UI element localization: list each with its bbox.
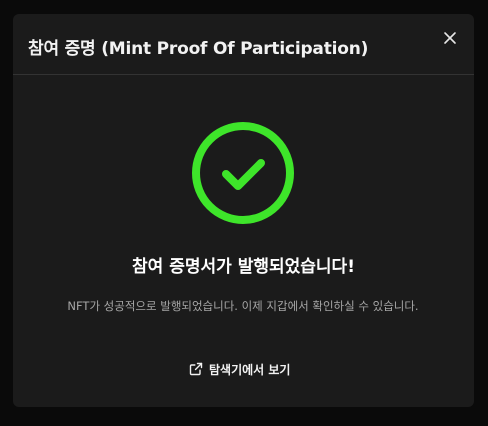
success-headline: 참여 증명서가 발행되었습니다!: [132, 257, 355, 277]
mint-proof-modal: 참여 증명 (Mint Proof Of Participation) 참여 증…: [13, 14, 474, 407]
success-indicator: [190, 120, 296, 226]
success-description: NFT가 성공적으로 발행되었습니다. 이제 지갑에서 확인하실 수 있습니다.: [67, 299, 419, 313]
check-circle-icon: [192, 122, 294, 224]
close-button[interactable]: [439, 27, 461, 49]
modal-header: 참여 증명 (Mint Proof Of Participation): [13, 14, 474, 75]
view-in-explorer-link[interactable]: 탐색기에서 보기: [189, 360, 290, 378]
external-link-icon: [189, 362, 203, 376]
modal-title: 참여 증명 (Mint Proof Of Participation): [28, 39, 369, 59]
view-in-explorer-label: 탐색기에서 보기: [209, 362, 291, 377]
close-icon: [444, 32, 456, 44]
